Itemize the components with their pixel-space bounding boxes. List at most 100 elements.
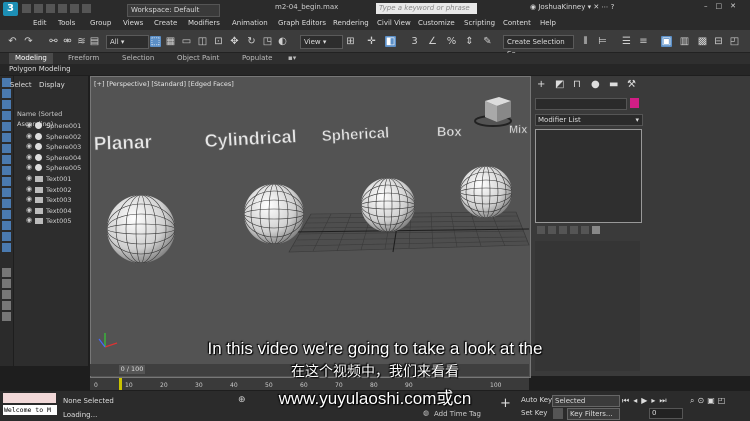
sphere-object-4[interactable] bbox=[460, 166, 512, 218]
redo-icon[interactable] bbox=[70, 4, 79, 13]
project-folder-icon[interactable] bbox=[82, 4, 91, 13]
redo-icon[interactable]: ↷ bbox=[23, 36, 34, 47]
edit-named-selection-icon[interactable]: ✎ bbox=[482, 36, 493, 47]
new-file-icon[interactable] bbox=[22, 4, 31, 13]
curve-editor-icon[interactable]: ▥ bbox=[679, 36, 690, 47]
filter-icon[interactable] bbox=[2, 290, 11, 299]
text-object-mix[interactable]: Mix bbox=[509, 124, 529, 137]
tab-populate[interactable]: Populate bbox=[242, 54, 272, 62]
close-icon[interactable]: ✕ bbox=[730, 2, 744, 10]
menu-create[interactable]: Create bbox=[154, 19, 177, 27]
sync-selection-icon[interactable] bbox=[2, 268, 11, 277]
spinner-snap-icon[interactable]: ⇕ bbox=[464, 36, 475, 47]
display-all-icon[interactable] bbox=[2, 221, 11, 230]
explorer-options-icon[interactable] bbox=[2, 312, 11, 321]
scene-explorer-item[interactable]: ◉ Text001 bbox=[14, 174, 88, 184]
menu-help[interactable]: Help bbox=[540, 19, 556, 27]
open-file-icon[interactable] bbox=[34, 4, 43, 13]
menu-content[interactable]: Content bbox=[503, 19, 531, 27]
menu-tools[interactable]: Tools bbox=[58, 19, 75, 27]
text-object-planar[interactable]: Planar bbox=[93, 132, 153, 156]
keyboard-shortcut-override-icon[interactable]: ◧ bbox=[385, 36, 396, 47]
move-icon[interactable]: ✥ bbox=[229, 36, 240, 47]
visibility-eye-icon[interactable]: ◉ bbox=[26, 217, 33, 224]
select-object-icon[interactable]: ⬚ bbox=[150, 36, 161, 47]
text-object-cylindrical[interactable]: Cylindrical bbox=[204, 126, 298, 151]
visibility-eye-icon[interactable]: ◉ bbox=[26, 196, 33, 203]
scale-icon[interactable]: ◳ bbox=[262, 36, 273, 47]
scene-explorer-item[interactable]: ◉ Sphere001 bbox=[14, 121, 88, 131]
angle-snap-icon[interactable]: ∠ bbox=[427, 36, 438, 47]
layer-explorer-icon[interactable]: ≡ bbox=[638, 36, 649, 47]
ribbon-toggle-icon[interactable]: ▣ bbox=[661, 36, 672, 47]
display-groups-icon[interactable] bbox=[2, 155, 11, 164]
scene-explorer-item[interactable]: ◉ Text002 bbox=[14, 185, 88, 195]
display-spacewarps-icon[interactable] bbox=[2, 144, 11, 153]
material-editor-icon[interactable]: ▩ bbox=[697, 36, 708, 47]
text-object-spherical[interactable]: Spherical bbox=[321, 124, 390, 145]
view-cube[interactable] bbox=[474, 97, 512, 127]
minimize-icon[interactable]: – bbox=[704, 2, 716, 10]
visibility-eye-icon[interactable]: ◉ bbox=[26, 143, 33, 150]
modify-tab-icon[interactable]: ◩ bbox=[555, 80, 565, 90]
undo-icon[interactable] bbox=[58, 4, 67, 13]
display-cameras-icon[interactable] bbox=[2, 122, 11, 131]
user-account[interactable]: ◉ JoshuaKinney ▾ ✕ ⋯ ? bbox=[530, 3, 614, 11]
create-tab-icon[interactable]: + bbox=[537, 80, 547, 90]
remove-modifier-icon[interactable] bbox=[570, 226, 578, 234]
display-shapes-icon[interactable] bbox=[2, 100, 11, 109]
unlink-icon[interactable]: ⚮ bbox=[62, 36, 73, 47]
collapse-icon[interactable] bbox=[592, 226, 600, 234]
modifier-list-dropdown[interactable]: Modifier List ▾ bbox=[535, 114, 643, 126]
select-manipulate-icon[interactable]: ⊡ bbox=[213, 36, 224, 47]
workspace-dropdown[interactable]: Workspace: Default bbox=[127, 4, 220, 17]
select-by-name-icon[interactable]: ▦ bbox=[165, 36, 176, 47]
align-icon[interactable]: ⊨ bbox=[597, 36, 608, 47]
percent-snap-icon[interactable]: % bbox=[446, 36, 457, 47]
scene-explorer-item[interactable]: ◉ Text004 bbox=[14, 206, 88, 216]
viewport-label[interactable]: [+] [Perspective] [Standard] [Edged Face… bbox=[94, 80, 234, 88]
menu-edit[interactable]: Edit bbox=[33, 19, 47, 27]
polygon-modeling-panel[interactable]: Polygon Modeling bbox=[0, 64, 750, 75]
visibility-eye-icon[interactable]: ◉ bbox=[26, 153, 33, 161]
menu-modifiers[interactable]: Modifiers bbox=[188, 19, 220, 27]
tab-freeform[interactable]: Freeform bbox=[68, 54, 99, 62]
tab-selection[interactable]: Selection bbox=[122, 54, 154, 62]
display-geometry-icon[interactable] bbox=[2, 89, 11, 98]
link-icon[interactable]: ⚯ bbox=[48, 36, 59, 47]
selection-filter-dropdown[interactable]: All ▾ bbox=[106, 35, 149, 49]
save-file-icon[interactable] bbox=[46, 4, 55, 13]
menu-rendering[interactable]: Rendering bbox=[333, 19, 369, 27]
menu-civil-view[interactable]: Civil View bbox=[377, 19, 411, 27]
visibility-eye-icon[interactable]: ◉ bbox=[26, 175, 33, 182]
hierarchy-tab-icon[interactable]: ⊓ bbox=[573, 80, 583, 90]
scene-explorer-toggle-icon[interactable]: ☰ bbox=[621, 36, 632, 47]
menu-customize[interactable]: Customize bbox=[418, 19, 455, 27]
visibility-eye-icon[interactable]: ◉ bbox=[26, 206, 33, 214]
perspective-viewport[interactable]: Planar Cylindrical Spherical Box Mix [+]… bbox=[90, 76, 531, 378]
sphere-object-3[interactable] bbox=[361, 178, 415, 232]
display-bones-icon[interactable] bbox=[2, 177, 11, 186]
undo-icon[interactable]: ↶ bbox=[7, 36, 18, 47]
visibility-eye-icon[interactable]: ◉ bbox=[26, 164, 33, 171]
display-influences-icon[interactable] bbox=[2, 243, 11, 252]
sphere-object-2[interactable] bbox=[244, 184, 304, 244]
scene-explorer-item[interactable]: ◉ Text005 bbox=[14, 216, 88, 226]
find-icon[interactable] bbox=[2, 301, 11, 310]
scene-explorer-item[interactable]: ◉ Sphere005 bbox=[14, 163, 88, 173]
search-input[interactable]: Type a keyword or phrase bbox=[376, 3, 477, 14]
visibility-eye-icon[interactable]: ◉ bbox=[26, 132, 33, 140]
tab-display[interactable]: Display bbox=[39, 81, 65, 89]
display-hidden-icon[interactable] bbox=[2, 210, 11, 219]
display-helpers-icon[interactable] bbox=[2, 133, 11, 142]
display-lights-icon[interactable] bbox=[2, 111, 11, 120]
lock-cell-icon[interactable] bbox=[2, 279, 11, 288]
display-tab-icon[interactable]: ▬ bbox=[609, 80, 619, 90]
menu-views[interactable]: Views bbox=[123, 19, 143, 27]
visibility-eye-icon[interactable]: ◉ bbox=[26, 122, 33, 129]
app-logo-icon[interactable]: 3 bbox=[3, 2, 18, 16]
snap-toggle-icon[interactable]: 3 bbox=[409, 36, 420, 47]
window-crossing-icon[interactable]: ◫ bbox=[197, 36, 208, 47]
reference-coord-dropdown[interactable]: View ▾ bbox=[300, 35, 343, 49]
display-xrefs-icon[interactable] bbox=[2, 166, 11, 175]
